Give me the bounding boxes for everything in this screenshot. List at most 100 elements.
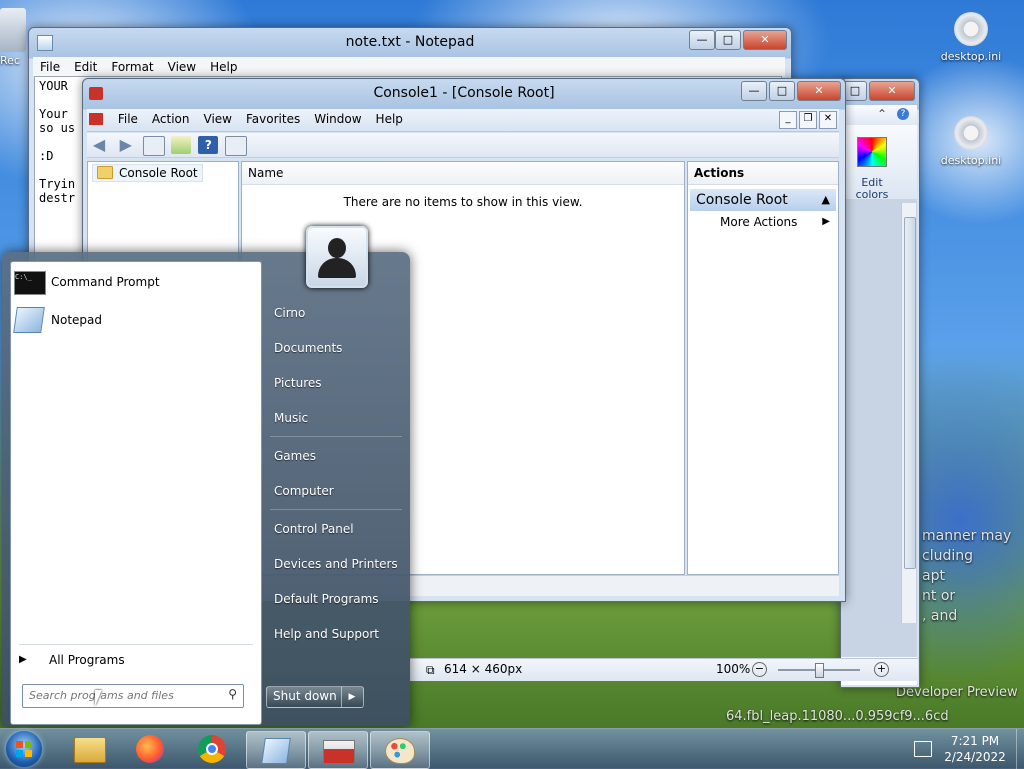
shutdown-button-group: Shut down ▶ xyxy=(266,686,364,708)
tree-item-console-root[interactable]: Console Root xyxy=(92,164,203,182)
network-icon[interactable] xyxy=(914,741,932,757)
user-avatar[interactable] xyxy=(306,226,368,288)
shutdown-button[interactable]: Shut down xyxy=(273,689,337,703)
chevron-up-icon[interactable]: ⌃ xyxy=(877,107,887,121)
menu-view[interactable]: View xyxy=(197,109,239,129)
menu-favorites[interactable]: Favorites xyxy=(239,109,307,129)
show-hide-action-pane-icon[interactable] xyxy=(225,136,248,156)
menu-help[interactable]: Help xyxy=(203,57,244,77)
close-button[interactable]: ✕ xyxy=(743,30,787,50)
windows-logo-icon xyxy=(25,741,32,748)
notepad-app-icon xyxy=(37,35,53,51)
search-box[interactable]: ⚲ xyxy=(22,684,244,708)
clock-date: 2/24/2022 xyxy=(944,750,1006,764)
program-notepad[interactable]: Notepad xyxy=(11,301,261,339)
zoom-slider[interactable] xyxy=(778,663,860,678)
help-icon[interactable]: ? xyxy=(897,108,909,120)
tree-item-label: Console Root xyxy=(119,166,198,180)
actions-pane: Actions Console Root ▲ More Actions ▶ xyxy=(687,161,839,575)
back-arrow-icon[interactable]: ◀ xyxy=(89,136,109,154)
start-item-pictures[interactable]: Pictures xyxy=(274,376,322,390)
taskbar-explorer[interactable] xyxy=(60,731,118,767)
notepad-menubar: File Edit Format View Help xyxy=(33,57,785,77)
paint-status-bar: ⧉ 614 × 460px 100% − + xyxy=(410,658,918,681)
search-input[interactable] xyxy=(23,685,225,705)
user-body-icon xyxy=(318,258,356,278)
show-desktop-button[interactable] xyxy=(1016,729,1024,769)
empty-view-message: There are no items to show in this view. xyxy=(343,195,583,209)
help-icon[interactable]: ? xyxy=(198,136,219,154)
start-item-documents[interactable]: Documents xyxy=(274,341,342,355)
collapse-arrow-icon[interactable]: ▲ xyxy=(822,189,830,211)
mdi-minimize-button[interactable]: _ xyxy=(779,111,797,129)
all-programs-button[interactable]: ▶ All Programs xyxy=(11,648,259,672)
color-palette-icon xyxy=(857,137,887,167)
start-item-devices-printers[interactable]: Devices and Printers xyxy=(274,557,398,571)
menu-window[interactable]: Window xyxy=(307,109,368,129)
desktop-file-icon[interactable]: desktop.ini xyxy=(936,12,1006,63)
maximize-button[interactable]: □ xyxy=(769,81,795,101)
desktop-watermark: manner may cluding apt nt or , and xyxy=(922,526,1011,626)
notepad-icon xyxy=(261,738,291,764)
scrollbar-thumb[interactable] xyxy=(904,217,916,569)
clock[interactable]: 7:21 PM 2/24/2022 xyxy=(936,733,1014,765)
firefox-icon xyxy=(136,735,164,763)
console-icon xyxy=(89,113,103,125)
menu-action[interactable]: Action xyxy=(145,109,197,129)
zoom-level: 100% xyxy=(716,662,751,676)
start-item-computer[interactable]: Computer xyxy=(274,484,334,498)
vertical-scrollbar[interactable] xyxy=(901,203,916,623)
start-orb-button[interactable] xyxy=(6,731,42,767)
taskbar-firefox[interactable] xyxy=(122,731,180,767)
forward-arrow-icon[interactable]: ▶ xyxy=(116,136,136,154)
mmc-app-icon xyxy=(89,87,103,100)
zoom-slider-thumb[interactable] xyxy=(815,663,824,678)
column-header-name[interactable]: Name xyxy=(242,162,684,185)
zoom-out-button[interactable]: − xyxy=(752,662,767,677)
watermark-line: , and xyxy=(922,608,958,624)
shutdown-options-arrow-icon[interactable]: ▶ xyxy=(341,687,362,707)
close-button[interactable]: ✕ xyxy=(797,81,841,101)
menu-edit[interactable]: Edit xyxy=(67,57,104,77)
start-item-music[interactable]: Music xyxy=(274,411,308,425)
maximize-button[interactable]: □ xyxy=(715,30,741,50)
taskbar-chrome[interactable] xyxy=(184,731,242,767)
menu-help[interactable]: Help xyxy=(369,109,410,129)
mdi-restore-button[interactable]: ❐ xyxy=(799,111,817,129)
recycle-bin[interactable]: Rec xyxy=(0,8,30,67)
menu-file[interactable]: File xyxy=(33,57,67,77)
actions-section-console-root[interactable]: Console Root ▲ xyxy=(690,189,836,211)
search-icon[interactable]: ⚲ xyxy=(228,687,237,701)
more-actions-item[interactable]: More Actions ▶ xyxy=(688,211,838,233)
paint-close-button[interactable]: ✕ xyxy=(869,81,915,101)
minimize-button[interactable]: — xyxy=(741,81,767,101)
minimize-button[interactable]: — xyxy=(689,30,715,50)
mdi-close-button[interactable]: ✕ xyxy=(819,111,837,129)
desktop-icon-label: desktop.ini xyxy=(940,154,1002,167)
settings-file-icon xyxy=(954,12,988,46)
notepad-title: note.txt - Notepad xyxy=(345,34,475,50)
zoom-in-button[interactable]: + xyxy=(874,662,889,677)
taskbar-mmc[interactable] xyxy=(308,731,368,769)
menu-file[interactable]: File xyxy=(111,109,145,129)
menu-format[interactable]: Format xyxy=(104,57,160,77)
paint-window[interactable]: □ ✕ ⌃ ? Edit colors xyxy=(840,78,920,688)
edit-colors-button[interactable]: Edit colors xyxy=(849,177,895,201)
divider xyxy=(270,436,402,437)
start-item-games[interactable]: Games xyxy=(274,449,316,463)
program-command-prompt[interactable]: C:\_ Command Prompt xyxy=(11,263,261,301)
start-item-user-folder[interactable]: Cirno xyxy=(274,306,305,320)
taskbar-notepad[interactable] xyxy=(246,731,306,769)
export-list-icon[interactable] xyxy=(171,136,192,154)
desktop-file-icon[interactable]: desktop.ini xyxy=(936,116,1006,167)
menu-view[interactable]: View xyxy=(161,57,203,77)
start-item-help-support[interactable]: Help and Support xyxy=(274,627,379,641)
start-item-control-panel[interactable]: Control Panel xyxy=(274,522,354,536)
paint-restore-button[interactable]: □ xyxy=(843,81,867,101)
start-item-default-programs[interactable]: Default Programs xyxy=(274,592,379,606)
mmc-title: Console1 - [Console Root] xyxy=(373,85,555,101)
watermark-line: manner may xyxy=(922,528,1012,544)
show-hide-tree-icon[interactable] xyxy=(142,136,165,156)
image-size-text: 614 × 460px xyxy=(444,662,523,676)
taskbar-paint[interactable] xyxy=(370,731,430,769)
